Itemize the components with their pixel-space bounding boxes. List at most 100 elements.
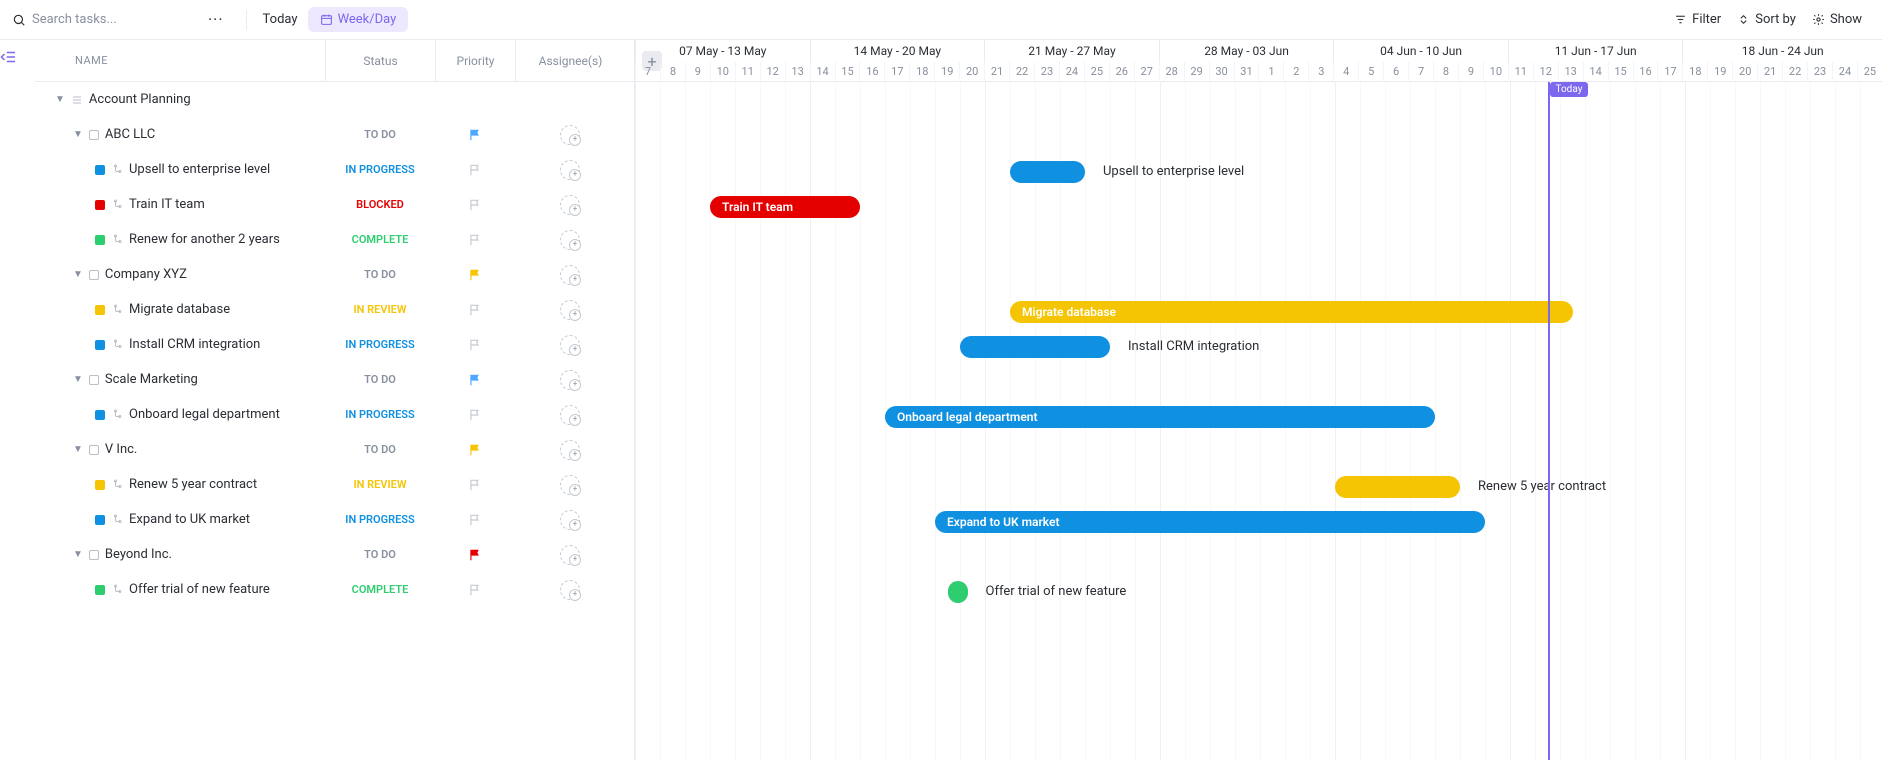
priority-flag-icon[interactable] [468,513,482,527]
status-cell[interactable]: TO DO [325,128,435,141]
status-cell[interactable]: BLOCKED [325,198,435,211]
priority-flag-icon[interactable] [468,128,482,142]
status-cell[interactable]: TO DO [325,443,435,456]
gantt-bar[interactable] [1010,161,1085,183]
gantt-bar[interactable] [1335,476,1460,498]
assignee-add-button[interactable] [560,580,580,600]
status-cell[interactable]: TO DO [325,373,435,386]
column-name[interactable]: NAME [35,54,325,67]
priority-flag-icon[interactable] [468,478,482,492]
caret-icon[interactable]: ▼ [73,444,83,455]
timeline-panel[interactable]: 07 May - 13 May14 May - 20 May21 May - 2… [635,40,1882,760]
weekday-toggle[interactable]: Week/Day [308,7,409,32]
status-cell[interactable]: IN PROGRESS [325,408,435,421]
group-row[interactable]: ▼ Beyond Inc. TO DO [35,537,634,572]
priority-flag-icon[interactable] [468,583,482,597]
group-row[interactable]: ▼ Scale Marketing TO DO [35,362,634,397]
sortby-button[interactable]: Sort by [1729,8,1804,31]
gantt-bar[interactable] [960,336,1110,358]
priority-flag-icon[interactable] [468,268,482,282]
subtask-icon [111,409,123,421]
column-status[interactable]: Status [325,40,435,81]
task-row[interactable]: Upsell to enterprise level IN PROGRESS [35,152,634,187]
group-row[interactable]: ▼ V Inc. TO DO [35,432,634,467]
status-square-icon[interactable] [89,375,99,385]
assignee-add-button[interactable] [560,335,580,355]
assignee-add-button[interactable] [560,405,580,425]
status-square-icon[interactable] [89,550,99,560]
status-cell[interactable]: IN PROGRESS [325,163,435,176]
gantt-bar[interactable]: Expand to UK market [935,511,1485,533]
task-row[interactable]: Expand to UK market IN PROGRESS [35,502,634,537]
status-square-icon[interactable] [95,515,105,525]
status-cell[interactable]: TO DO [325,548,435,561]
gantt-bar[interactable] [948,581,968,603]
priority-flag-icon[interactable] [468,198,482,212]
status-square-icon[interactable] [95,305,105,315]
task-row[interactable]: Install CRM integration IN PROGRESS [35,327,634,362]
today-button[interactable]: Today [253,8,308,31]
assignee-add-button[interactable] [560,475,580,495]
status-cell[interactable]: COMPLETE [325,583,435,596]
status-cell[interactable]: IN PROGRESS [325,513,435,526]
priority-flag-icon[interactable] [468,373,482,387]
priority-flag-icon[interactable] [468,233,482,247]
group-row[interactable]: ▼ ABC LLC TO DO [35,117,634,152]
status-square-icon[interactable] [95,340,105,350]
gantt-bar[interactable]: Train IT team [710,196,860,218]
priority-flag-icon[interactable] [468,163,482,177]
task-row[interactable]: Renew for another 2 years COMPLETE [35,222,634,257]
timeline-body[interactable]: TodayUpsell to enterprise levelTrain IT … [635,82,1882,760]
caret-icon[interactable]: ▼ [73,269,83,280]
assignee-add-button[interactable] [560,125,580,145]
caret-icon[interactable]: ▼ [73,374,83,385]
assignee-add-button[interactable] [560,160,580,180]
task-row[interactable]: Train IT team BLOCKED [35,187,634,222]
status-cell[interactable]: IN REVIEW [325,478,435,491]
caret-icon[interactable]: ▼ [55,94,65,105]
status-square-icon[interactable] [89,445,99,455]
show-button[interactable]: Show [1804,8,1870,31]
assignee-add-button[interactable] [560,265,580,285]
status-square-icon[interactable] [95,585,105,595]
more-menu-button[interactable]: ··· [192,10,240,29]
column-priority[interactable]: Priority [435,40,515,81]
caret-icon[interactable]: ▼ [73,549,83,560]
column-assignee[interactable]: Assignee(s) [515,40,625,81]
task-row[interactable]: Migrate database IN REVIEW [35,292,634,327]
priority-flag-icon[interactable] [468,408,482,422]
status-cell[interactable]: IN REVIEW [325,303,435,316]
status-square-icon[interactable] [89,270,99,280]
status-cell[interactable]: TO DO [325,268,435,281]
priority-flag-icon[interactable] [468,548,482,562]
assignee-add-button[interactable] [560,230,580,250]
priority-flag-icon[interactable] [468,303,482,317]
task-row[interactable]: Onboard legal department IN PROGRESS [35,397,634,432]
status-square-icon[interactable] [95,165,105,175]
task-row[interactable]: Renew 5 year contract IN REVIEW [35,467,634,502]
task-row[interactable]: Offer trial of new feature COMPLETE [35,572,634,607]
assignee-add-button[interactable] [560,510,580,530]
gantt-bar[interactable]: Migrate database [1010,301,1573,323]
group-row[interactable]: ▼ Company XYZ TO DO [35,257,634,292]
assignee-add-button[interactable] [560,370,580,390]
status-square-icon[interactable] [95,200,105,210]
status-square-icon[interactable] [95,235,105,245]
assignee-add-button[interactable] [560,300,580,320]
status-cell[interactable]: COMPLETE [325,233,435,246]
search-input[interactable] [32,12,172,27]
status-square-icon[interactable] [89,130,99,140]
priority-flag-icon[interactable] [468,338,482,352]
priority-flag-icon[interactable] [468,443,482,457]
status-square-icon[interactable] [95,480,105,490]
caret-icon[interactable]: ▼ [73,129,83,140]
gantt-bar[interactable]: Onboard legal department [885,406,1435,428]
tree-root[interactable]: ▼ Account Planning [35,82,634,117]
collapse-sidebar-button[interactable] [0,40,35,760]
assignee-add-button[interactable] [560,545,580,565]
assignee-add-button[interactable] [560,440,580,460]
assignee-add-button[interactable] [560,195,580,215]
filter-button[interactable]: Filter [1666,8,1729,31]
status-square-icon[interactable] [95,410,105,420]
status-cell[interactable]: IN PROGRESS [325,338,435,351]
